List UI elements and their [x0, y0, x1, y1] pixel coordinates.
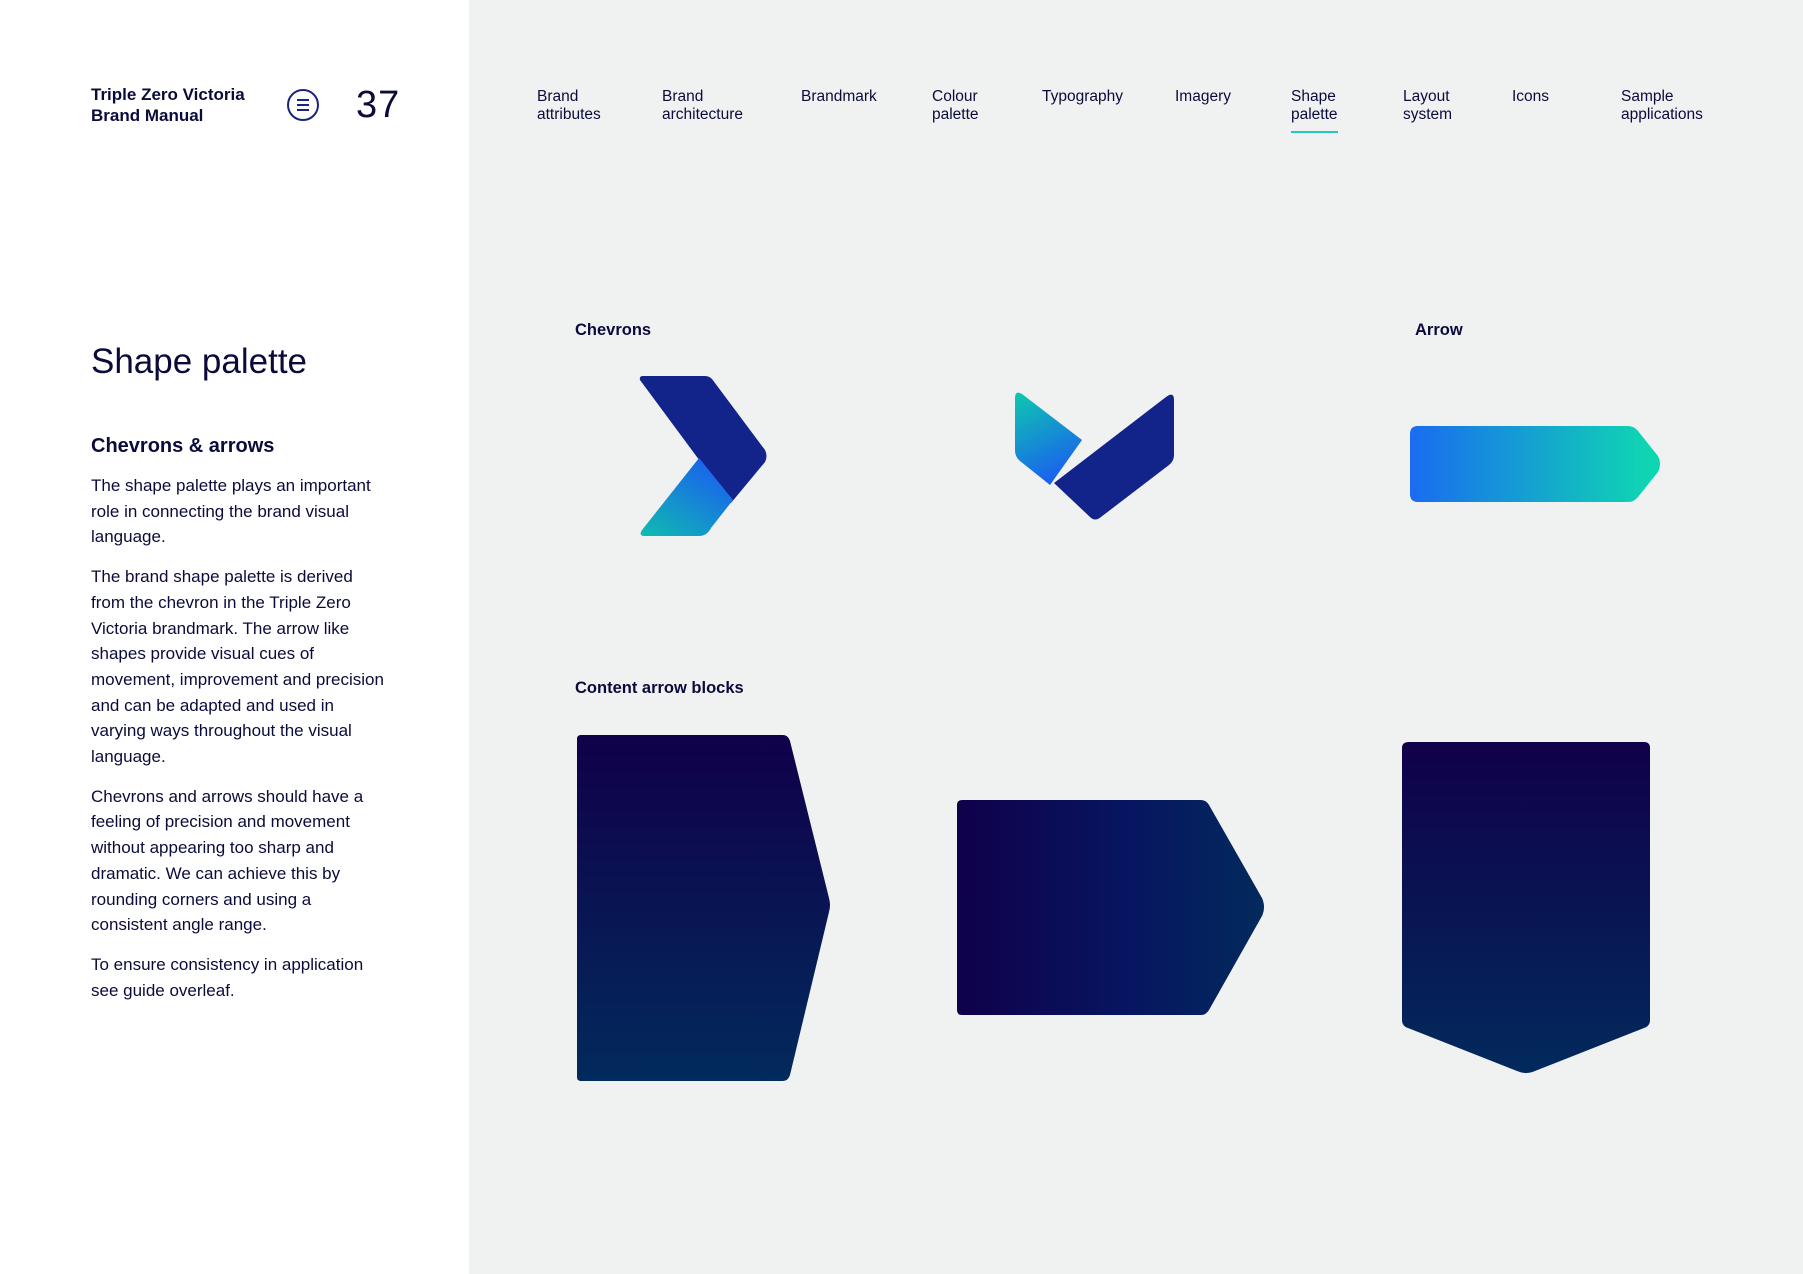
chevron-right-shape	[639, 376, 767, 536]
arrow-shape	[1410, 426, 1660, 502]
chevron-down-shape	[1015, 392, 1174, 520]
shape-graphics	[577, 376, 1660, 1081]
content-arrow-block-tall	[577, 735, 830, 1081]
content-arrow-block-wide	[957, 800, 1264, 1015]
content-arrow-block-down	[1402, 742, 1650, 1073]
